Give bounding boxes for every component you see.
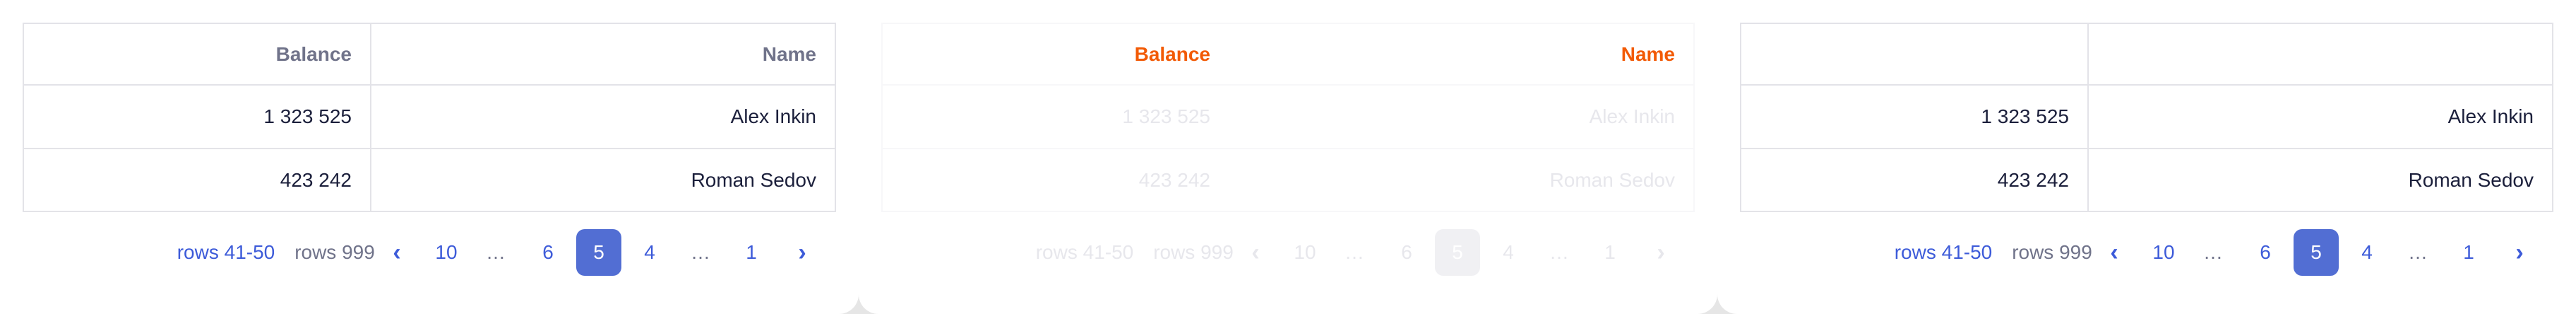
table-panel-disabled: Balance Name 1 323 525 Alex Inkin 423 24…: [859, 0, 1717, 314]
cell-name: Alex Inkin: [1589, 105, 1675, 127]
table-header-row: Balance Name: [24, 24, 835, 84]
table-row: 423 242 Roman Sedov: [1741, 148, 2552, 211]
page-ellipsis: …: [1344, 241, 1364, 263]
rows-per-page-label[interactable]: rows 999: [2003, 229, 2101, 276]
cell-balance: 1 323 525: [1122, 105, 1210, 127]
chevron-right-icon: ›: [1657, 238, 1665, 266]
chevron-left-icon[interactable]: ‹: [374, 229, 419, 276]
rows-range-link[interactable]: rows 41-50: [169, 229, 282, 276]
cell-balance: 423 242: [1741, 149, 2089, 211]
table-header-row: [1741, 24, 2552, 84]
cell-name: Roman Sedov: [691, 168, 816, 191]
data-table: Balance Name 1 323 525 Alex Inkin 423 24…: [23, 23, 836, 212]
table-header-row: Balance Name: [883, 24, 1693, 84]
page-ellipsis: …: [1549, 241, 1569, 263]
rows-per-page-label[interactable]: rows 999: [285, 229, 384, 276]
pagination: rows 41-50 rows 999 ‹ 10 … 6 5 4 … 1 ›: [859, 229, 1717, 276]
cell-balance: 423 242: [1138, 168, 1210, 191]
column-header-balance: Balance: [1134, 42, 1210, 65]
table-row: 1 323 525 Alex Inkin: [883, 84, 1693, 148]
page-button-active: 5: [1435, 229, 1480, 276]
column-header-empty: [2089, 24, 2552, 84]
page-button[interactable]: 10: [424, 229, 469, 276]
page-button: 10: [1294, 241, 1316, 263]
chevron-right-icon[interactable]: ›: [2497, 229, 2542, 276]
table-row: 423 242 Roman Sedov: [24, 148, 835, 211]
cell-name: Alex Inkin: [2447, 105, 2534, 127]
pagination: rows 41-50 rows 999 ‹ 10 … 6 5 4 … 1 ›: [1717, 229, 2576, 276]
page-button[interactable]: 6: [525, 229, 571, 276]
rows-per-page-label: rows 999: [1153, 241, 1234, 263]
data-table: Balance Name 1 323 525 Alex Inkin 423 24…: [881, 23, 1695, 212]
cell-balance: 1 323 525: [24, 86, 371, 148]
cell-name: Roman Sedov: [1549, 168, 1675, 191]
cell-name: Roman Sedov: [2408, 168, 2534, 191]
page-ellipsis[interactable]: …: [2395, 229, 2440, 276]
table-panel-no-header: 1 323 525 Alex Inkin 423 242 Roman Sedov…: [1717, 0, 2576, 314]
page-button[interactable]: 4: [2344, 229, 2390, 276]
chevron-left-icon[interactable]: ‹: [2092, 229, 2137, 276]
page-button-active[interactable]: 5: [2294, 229, 2339, 276]
page-button[interactable]: 1: [729, 229, 774, 276]
pagination: rows 41-50 rows 999 ‹ 10 … 6 5 4 … 1 ›: [0, 229, 859, 276]
page-button: 4: [1503, 241, 1514, 263]
column-header-name: Name: [1621, 42, 1675, 65]
page-button: 1: [1604, 241, 1616, 263]
table-row: 423 242 Roman Sedov: [883, 148, 1693, 211]
table-row: 1 323 525 Alex Inkin: [1741, 84, 2552, 148]
page-ellipsis[interactable]: …: [678, 229, 723, 276]
cell-balance: 423 242: [24, 149, 371, 211]
rows-range-link: rows 41-50: [1035, 241, 1134, 263]
cell-balance: 1 323 525: [1741, 86, 2089, 148]
page-button[interactable]: 6: [2243, 229, 2288, 276]
cell-name: Alex Inkin: [730, 105, 816, 127]
table-panel-default: Balance Name 1 323 525 Alex Inkin 423 24…: [0, 0, 859, 314]
table-row: 1 323 525 Alex Inkin: [24, 84, 835, 148]
column-header-name[interactable]: Name: [371, 24, 835, 84]
chevron-right-icon[interactable]: ›: [780, 229, 825, 276]
chevron-left-icon: ‹: [1251, 238, 1260, 266]
page-button[interactable]: 4: [627, 229, 672, 276]
data-table: 1 323 525 Alex Inkin 423 242 Roman Sedov: [1740, 23, 2553, 212]
rows-range-link[interactable]: rows 41-50: [1887, 229, 2000, 276]
page-button: 6: [1401, 241, 1412, 263]
page-button[interactable]: 1: [2446, 229, 2491, 276]
column-header-empty: [1741, 24, 2089, 84]
page-button[interactable]: 10: [2141, 229, 2186, 276]
page-button-active[interactable]: 5: [576, 229, 621, 276]
page-ellipsis[interactable]: …: [2190, 229, 2236, 276]
page-ellipsis[interactable]: …: [473, 229, 518, 276]
column-header-balance[interactable]: Balance: [24, 24, 371, 84]
